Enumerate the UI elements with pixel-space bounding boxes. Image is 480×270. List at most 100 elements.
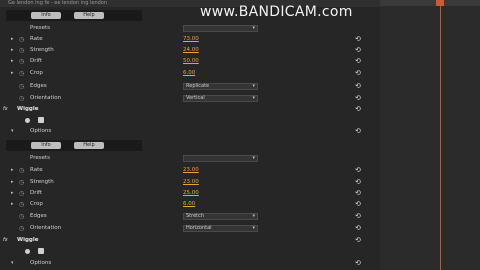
effect2-drift-value[interactable]: 25.00 <box>183 188 199 199</box>
stopwatch-icon[interactable]: ◷ <box>19 199 24 210</box>
chevron-down-icon: ▾ <box>252 95 255 101</box>
drift-label: Drift <box>30 58 43 64</box>
effect1-presets-row: Presets ▾ <box>0 23 380 34</box>
effect2-button-bar: Info Help <box>6 140 142 151</box>
bandicam-watermark: www.BANDICAM.com <box>200 4 353 20</box>
stopwatch-icon[interactable]: ◷ <box>19 81 24 92</box>
reset-icon[interactable]: ⟲ <box>355 211 361 222</box>
options-label: Options <box>30 128 52 134</box>
effect2-rate-row: ▸ ◷ Rate 23.00 ⟲ <box>0 165 380 176</box>
effect1-info-button[interactable]: Info <box>31 12 61 19</box>
reset-icon[interactable]: ⟲ <box>355 81 361 92</box>
effect2-edges-row: ◷ Edges Stretch ▾ ⟲ <box>0 211 380 222</box>
effect1-button-bar: Info Help <box>6 10 142 21</box>
orientation-label: Orientation <box>30 95 62 101</box>
effect1-help-button[interactable]: Help <box>74 12 104 19</box>
presets-label: Presets <box>30 155 51 161</box>
effect-controls-panel: Ge lendon ing fe - ee lendon ing lendon … <box>0 0 380 270</box>
effect3-header[interactable]: fx Wiggle ⟲ <box>0 235 380 246</box>
stopwatch-icon[interactable]: ◷ <box>19 165 24 176</box>
effect1-drift-value[interactable]: 50.00 <box>183 56 199 67</box>
effect1-orientation-dropdown[interactable]: Vertical ▾ <box>183 95 258 102</box>
fx-toggle[interactable]: fx <box>3 104 8 115</box>
stopwatch-icon[interactable]: ◷ <box>19 45 24 56</box>
reset-icon[interactable]: ⟲ <box>355 93 361 104</box>
reset-icon[interactable]: ⟲ <box>355 68 361 79</box>
timeline-area[interactable] <box>380 0 480 270</box>
effect2-info-button[interactable]: Info <box>31 142 61 149</box>
reset-icon[interactable]: ⟲ <box>355 258 361 269</box>
rectangle-mask-icon[interactable] <box>38 117 44 123</box>
reset-icon[interactable]: ⟲ <box>355 199 361 210</box>
reset-icon[interactable]: ⟲ <box>355 235 361 246</box>
effect1-crop-row: ▸ ◷ Crop 6.00 ⟲ <box>0 68 380 79</box>
twirl-icon[interactable]: ▸ <box>11 45 14 56</box>
stopwatch-icon[interactable]: ◷ <box>19 211 24 222</box>
drift-label: Drift <box>30 190 43 196</box>
effect2-orientation-dropdown[interactable]: Horizontal ▾ <box>183 225 258 232</box>
chevron-down-icon: ▾ <box>252 155 255 161</box>
effect2-edges-dropdown[interactable]: Stretch ▾ <box>183 213 258 220</box>
twirl-icon[interactable]: ▸ <box>11 68 14 79</box>
stopwatch-icon[interactable]: ◷ <box>19 34 24 45</box>
chevron-down-icon: ▾ <box>252 25 255 31</box>
stopwatch-icon[interactable]: ◷ <box>19 177 24 188</box>
effect2-strength-row: ▸ ◷ Strength 23.00 ⟲ <box>0 177 380 188</box>
effect1-rate-row: ▸ ◷ Rate 73.00 ⟲ <box>0 34 380 45</box>
reset-icon[interactable]: ⟲ <box>355 104 361 115</box>
twirl-icon[interactable]: ▸ <box>11 177 14 188</box>
chevron-down-icon: ▾ <box>252 213 255 219</box>
orientation-label: Orientation <box>30 225 62 231</box>
stopwatch-icon[interactable]: ◷ <box>19 223 24 234</box>
effect2-rate-value[interactable]: 23.00 <box>183 165 199 176</box>
effect1-drift-row: ▸ ◷ Drift 50.00 ⟲ <box>0 56 380 67</box>
effect3-name: Wiggle <box>17 237 39 243</box>
effect3-mask-icons <box>0 246 380 256</box>
effect2-options-row[interactable]: ▾ Options ⟲ <box>0 126 380 137</box>
rectangle-mask-icon[interactable] <box>38 248 44 254</box>
reset-icon[interactable]: ⟲ <box>355 56 361 67</box>
stopwatch-icon[interactable]: ◷ <box>19 93 24 104</box>
reset-icon[interactable]: ⟲ <box>355 177 361 188</box>
twirl-icon[interactable]: ▸ <box>11 199 14 210</box>
chevron-down-icon: ▾ <box>252 83 255 89</box>
effect2-presets-dropdown[interactable]: ▾ <box>183 155 258 162</box>
fx-toggle[interactable]: fx <box>3 235 8 246</box>
stopwatch-icon[interactable]: ◷ <box>19 56 24 67</box>
timeline-ruler[interactable] <box>380 0 480 6</box>
twirl-open-icon[interactable]: ▾ <box>11 258 14 269</box>
ellipse-mask-icon[interactable] <box>25 249 30 254</box>
crop-label: Crop <box>30 70 43 76</box>
reset-icon[interactable]: ⟲ <box>355 34 361 45</box>
effect1-rate-value[interactable]: 73.00 <box>183 34 199 45</box>
playhead-marker[interactable] <box>436 0 444 6</box>
reset-icon[interactable]: ⟲ <box>355 45 361 56</box>
effect2-strength-value[interactable]: 23.00 <box>183 177 199 188</box>
effect1-presets-dropdown[interactable]: ▾ <box>183 25 258 32</box>
edges-label: Edges <box>30 83 47 89</box>
twirl-icon[interactable]: ▸ <box>11 165 14 176</box>
strength-label: Strength <box>30 47 54 53</box>
twirl-icon[interactable]: ▸ <box>11 34 14 45</box>
stopwatch-icon[interactable]: ◷ <box>19 68 24 79</box>
effect3-options-row[interactable]: ▾ Options ⟲ <box>0 258 380 269</box>
effect1-crop-value[interactable]: 6.00 <box>183 68 195 79</box>
twirl-icon[interactable]: ▸ <box>11 188 14 199</box>
twirl-icon[interactable]: ▸ <box>11 56 14 67</box>
reset-icon[interactable]: ⟲ <box>355 126 361 137</box>
reset-icon[interactable]: ⟲ <box>355 223 361 234</box>
effect1-strength-value[interactable]: 24.00 <box>183 45 199 56</box>
options-label: Options <box>30 260 52 266</box>
reset-icon[interactable]: ⟲ <box>355 188 361 199</box>
stopwatch-icon[interactable]: ◷ <box>19 188 24 199</box>
reset-icon[interactable]: ⟲ <box>355 165 361 176</box>
ellipse-mask-icon[interactable] <box>25 118 30 123</box>
effect2-help-button[interactable]: Help <box>74 142 104 149</box>
chevron-down-icon: ▾ <box>252 225 255 231</box>
effect1-edges-dropdown[interactable]: Replicate ▾ <box>183 83 258 90</box>
presets-label: Presets <box>30 25 51 31</box>
effect2-crop-value[interactable]: 6.00 <box>183 199 195 210</box>
effect2-header[interactable]: fx Wiggle ⟲ <box>0 104 380 115</box>
twirl-open-icon[interactable]: ▾ <box>11 126 14 137</box>
playhead-line[interactable] <box>440 0 441 270</box>
